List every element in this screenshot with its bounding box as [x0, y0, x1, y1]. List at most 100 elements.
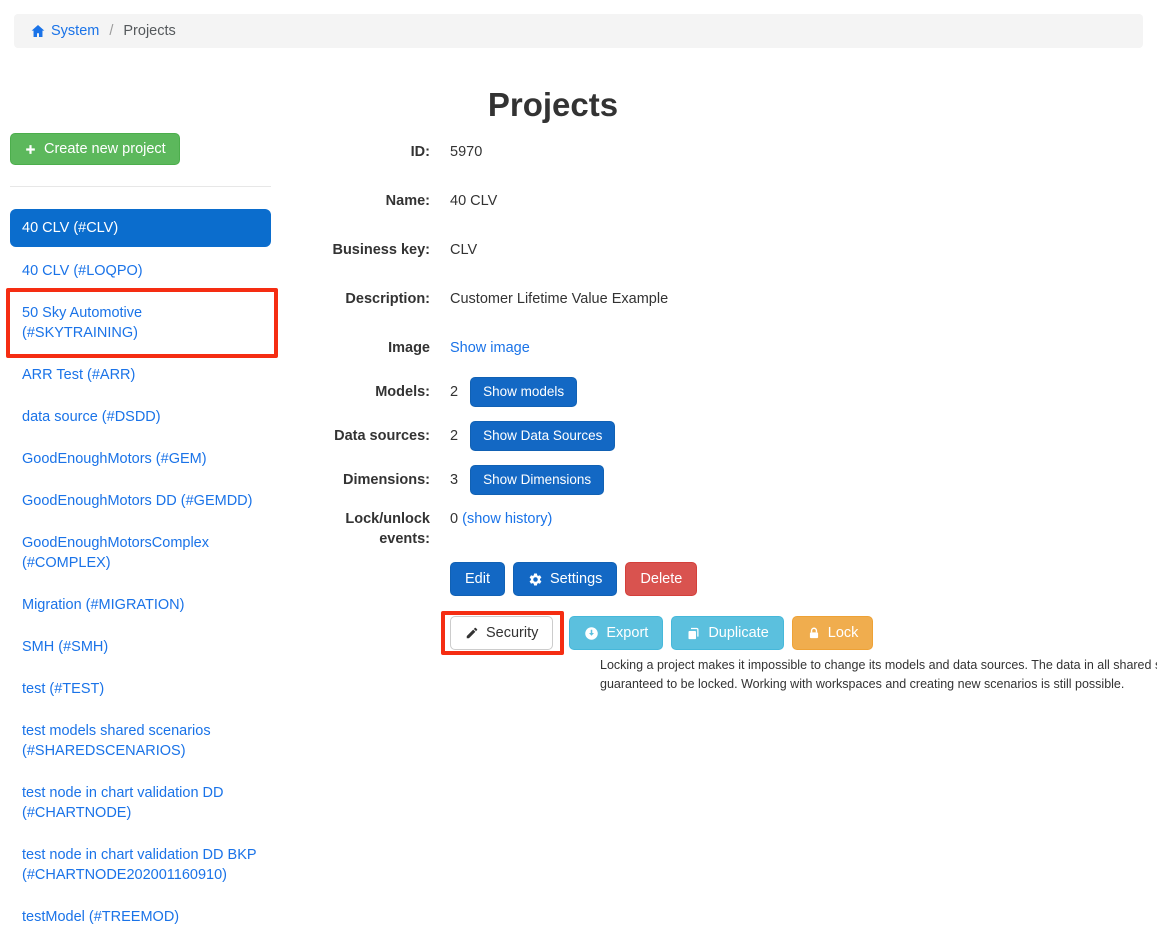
sidebar-divider: [10, 186, 271, 187]
field-row-description: Description: Customer Lifetime Value Exa…: [300, 289, 1130, 309]
project-item-chartnode-bkp[interactable]: test node in chart validation DD BKP (#C…: [10, 835, 271, 895]
project-item-label: 50 Sky Automotive (#SKYTRAINING): [22, 305, 142, 341]
project-item-label: GoodEnoughMotorsComplex (#COMPLEX): [22, 535, 209, 571]
project-item-arr-test[interactable]: ARR Test (#ARR): [10, 355, 271, 395]
show-data-sources-button[interactable]: Show Data Sources: [470, 421, 615, 451]
show-dimensions-label: Show Dimensions: [483, 471, 591, 489]
create-new-project-label: Create new project: [44, 140, 166, 158]
breadcrumb-system-label: System: [51, 23, 99, 39]
project-item-label: GoodEnoughMotors DD (#GEMDD): [22, 493, 252, 509]
field-row-id: ID: 5970: [300, 142, 1130, 162]
project-item-test[interactable]: test (#TEST): [10, 669, 271, 709]
lock-icon: [807, 626, 821, 641]
export-button[interactable]: Export: [569, 616, 663, 650]
show-models-label: Show models: [483, 383, 564, 401]
project-item-label: test models shared scenarios (#SHAREDSCE…: [22, 723, 211, 759]
security-label: Security: [486, 624, 538, 642]
project-item-label: 40 CLV (#LOQPO): [22, 263, 143, 279]
edit-button[interactable]: Edit: [450, 562, 505, 596]
lock-note-text: Locking a project makes it impossible to…: [600, 656, 1157, 694]
gear-icon: [528, 572, 543, 587]
field-row-business-key: Business key: CLV: [300, 240, 1130, 260]
project-item-smh[interactable]: SMH (#SMH): [10, 627, 271, 667]
lock-button[interactable]: Lock: [792, 616, 874, 650]
field-label: Dimensions:: [300, 470, 430, 490]
field-label: Image: [300, 338, 430, 358]
data-sources-count: 2: [450, 426, 458, 446]
field-label: Business key:: [300, 240, 430, 260]
models-count: 2: [450, 382, 458, 402]
project-item-label: testModel (#TREEMOD): [22, 909, 179, 925]
field-row-data-sources: Data sources: 2 Show Data Sources: [300, 421, 1130, 451]
show-history-link[interactable]: (show history): [462, 511, 552, 527]
project-item-40clv-loqpo[interactable]: 40 CLV (#LOQPO): [10, 251, 271, 291]
breadcrumb-separator: /: [107, 23, 115, 39]
project-item-shared-scenarios[interactable]: test models shared scenarios (#SHAREDSCE…: [10, 711, 271, 771]
project-item-chartnode[interactable]: test node in chart validation DD (#CHART…: [10, 773, 271, 833]
settings-label: Settings: [550, 570, 602, 588]
field-value-name: 40 CLV: [450, 191, 497, 211]
field-value-description: Customer Lifetime Value Example: [450, 289, 668, 309]
field-value-id: 5970: [450, 142, 482, 162]
project-item-data-source[interactable]: data source (#DSDD): [10, 397, 271, 437]
field-label: Models:: [300, 382, 430, 402]
projects-sidebar: Create new project 40 CLV (#CLV) 40 CLV …: [10, 133, 271, 939]
field-label: Data sources:: [300, 426, 430, 446]
project-item-label: test node in chart validation DD BKP (#C…: [22, 847, 256, 883]
project-item-goodenoughmotors[interactable]: GoodEnoughMotors (#GEM): [10, 439, 271, 479]
annotation-highlight-box-sidebar: [6, 288, 278, 358]
project-item-goodenoughmotors-dd[interactable]: GoodEnoughMotors DD (#GEMDD): [10, 481, 271, 521]
project-item-label: SMH (#SMH): [22, 639, 108, 655]
project-item-label: 40 CLV (#CLV): [22, 220, 118, 236]
show-image-link[interactable]: Show image: [450, 340, 530, 356]
project-item-goodenoughmotorscomplex[interactable]: GoodEnoughMotorsComplex (#COMPLEX): [10, 523, 271, 583]
field-row-name: Name: 40 CLV: [300, 191, 1130, 211]
project-item-label: test (#TEST): [22, 681, 104, 697]
create-new-project-button[interactable]: Create new project: [10, 133, 180, 165]
plus-icon: [24, 143, 37, 156]
field-label: Name:: [300, 191, 430, 211]
field-row-lock-events: Lock/unlock events: 0 (show history): [300, 509, 1130, 562]
project-item-migration[interactable]: Migration (#MIGRATION): [10, 585, 271, 625]
action-buttons: Edit Settings Delete Security: [450, 562, 1130, 694]
field-label: Description:: [300, 289, 430, 309]
page-title: Projects: [280, 86, 826, 124]
project-item-testmodel[interactable]: testModel (#TREEMOD): [10, 897, 271, 937]
project-item-label: Migration (#MIGRATION): [22, 597, 184, 613]
delete-button[interactable]: Delete: [625, 562, 697, 596]
duplicate-icon: [686, 626, 701, 641]
field-label-line2: events:: [300, 529, 430, 549]
duplicate-button[interactable]: Duplicate: [671, 616, 783, 650]
download-circle-icon: [584, 626, 599, 641]
field-label-line1: Lock/unlock: [300, 509, 430, 529]
field-row-dimensions: Dimensions: 3 Show Dimensions: [300, 465, 1130, 495]
lock-label: Lock: [828, 624, 859, 642]
field-value-business-key: CLV: [450, 240, 477, 260]
settings-button[interactable]: Settings: [513, 562, 617, 596]
show-dimensions-button[interactable]: Show Dimensions: [470, 465, 604, 495]
project-detail-panel: ID: 5970 Name: 40 CLV Business key: CLV …: [300, 142, 1130, 694]
breadcrumb-system-link[interactable]: System: [30, 23, 99, 39]
show-models-button[interactable]: Show models: [470, 377, 577, 407]
project-item-label: GoodEnoughMotors (#GEM): [22, 451, 207, 467]
project-item-label: test node in chart validation DD (#CHART…: [22, 785, 224, 821]
export-label: Export: [606, 624, 648, 642]
delete-label: Delete: [640, 570, 682, 588]
breadcrumb: System / Projects: [14, 14, 1143, 48]
home-icon: [30, 23, 46, 39]
field-row-models: Models: 2 Show models: [300, 377, 1130, 407]
project-list: 40 CLV (#CLV) 40 CLV (#LOQPO) 50 Sky Aut…: [10, 209, 271, 939]
lock-events-count: 0: [450, 511, 458, 527]
project-item-label: ARR Test (#ARR): [22, 367, 135, 383]
field-row-image: Image Show image: [300, 338, 1130, 358]
project-item-sky-automotive[interactable]: 50 Sky Automotive (#SKYTRAINING): [10, 293, 271, 353]
pencil-icon: [465, 626, 479, 640]
project-item-40clv-clv[interactable]: 40 CLV (#CLV): [10, 209, 271, 247]
dimensions-count: 3: [450, 470, 458, 490]
security-button[interactable]: Security: [450, 616, 553, 650]
breadcrumb-current: Projects: [123, 23, 175, 39]
field-label: ID:: [300, 142, 430, 162]
show-data-sources-label: Show Data Sources: [483, 427, 602, 445]
project-item-label: data source (#DSDD): [22, 409, 161, 425]
edit-label: Edit: [465, 570, 490, 588]
